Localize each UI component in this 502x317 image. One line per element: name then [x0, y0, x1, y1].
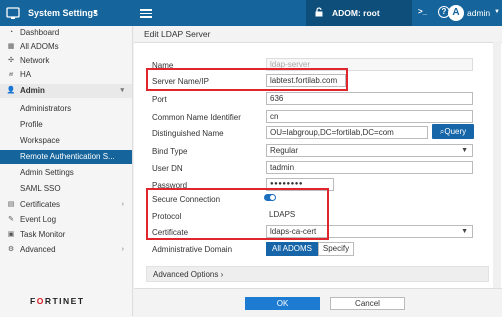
dn-field[interactable]: OU=labgroup,DC=fortilab,DC=com	[266, 126, 428, 139]
sidebar-item-all-adoms[interactable]: ▦ All ADOMs	[0, 40, 132, 54]
sidebar-item-label: Advanced	[20, 245, 56, 254]
adom-label: ADOM: root	[332, 8, 380, 18]
bind-type-select[interactable]: Regular ▼	[266, 144, 473, 157]
sidebar-item-task-monitor[interactable]: ▣ Task Monitor	[0, 228, 132, 242]
app-title: System Settings	[28, 8, 99, 18]
user-icon: 👤	[6, 87, 16, 94]
cn-field[interactable]: cn	[266, 110, 473, 123]
all-adoms-button[interactable]: All ADOMS	[266, 242, 318, 256]
system-settings-icon	[6, 7, 20, 19]
sidebar-item-event-log[interactable]: ✎ Event Log	[0, 213, 132, 227]
chevron-right-icon: ›	[121, 246, 124, 253]
sidebar-item-label: HA	[20, 70, 32, 79]
sidebar-item-advanced[interactable]: ⚙ Advanced ›	[0, 243, 132, 257]
port-label: Port	[152, 95, 167, 104]
adom-selector[interactable]: ADOM: root	[306, 0, 412, 26]
query-button[interactable]: ⌕Query	[432, 124, 474, 139]
user-dn-label: User DN	[152, 164, 183, 173]
cn-label: Common Name Identifier	[152, 113, 241, 122]
app-menu[interactable]: System Settings ▼	[0, 0, 132, 26]
grid-icon: ▦	[7, 43, 15, 50]
sidebar-item-network[interactable]: ✣ Network	[0, 54, 132, 68]
cli-console-icon[interactable]: >_	[418, 7, 427, 16]
cancel-button[interactable]: Cancel	[330, 297, 405, 310]
chevron-down-icon: ▼	[92, 9, 99, 16]
sidebar-item-ha[interactable]: ዘ HA	[0, 68, 132, 82]
sidebar-item-admin[interactable]: 👤 Admin ▾	[0, 84, 132, 98]
bind-type-label: Bind Type	[152, 147, 188, 156]
sidebar-item-label: Event Log	[20, 215, 57, 224]
sidebar-item-label: Profile	[20, 120, 43, 129]
panel-footer: OK Cancel	[134, 288, 502, 317]
fortinet-logo: FORTINET	[30, 296, 85, 306]
ha-icon: ዘ	[9, 71, 13, 78]
sidebar-item-label: Workspace	[20, 136, 60, 145]
certificate-icon: ▤	[7, 201, 15, 208]
username[interactable]: admin	[467, 8, 490, 18]
dn-label: Distinguished Name	[152, 129, 224, 138]
chevron-right-icon: ›	[121, 201, 124, 208]
specify-button[interactable]: Specify	[318, 242, 354, 256]
network-icon: ✣	[8, 57, 14, 64]
sidebar-item-admin-settings[interactable]: Admin Settings	[0, 166, 132, 180]
sidebar-item-dashboard[interactable]: ◔ Dashboard	[0, 26, 132, 40]
chevron-right-icon: ›	[220, 270, 224, 279]
query-label: Query	[444, 127, 467, 136]
panel-header: Edit LDAP Server	[134, 26, 502, 43]
port-field[interactable]: 636	[266, 92, 473, 105]
top-bar: System Settings ▼ ADOM: root >_ ? A admi…	[0, 0, 502, 26]
sidebar-item-label: Network	[20, 56, 50, 65]
sidebar: ◔ Dashboard ▦ All ADOMs ✣ Network ዘ HA 👤…	[0, 26, 133, 316]
sidebar-item-remote-authentication[interactable]: Remote Authentication S...	[0, 150, 132, 164]
sidebar-item-label: Admin	[20, 86, 45, 95]
highlight-server-box	[146, 68, 348, 91]
advanced-icon: ⚙	[7, 246, 15, 253]
sidebar-item-label: Certificates	[20, 200, 61, 209]
event-log-icon: ✎	[8, 216, 14, 223]
sidebar-item-label: Dashboard	[20, 28, 60, 37]
avatar[interactable]: A	[448, 5, 464, 21]
sidebar-item-workspace[interactable]: Workspace	[0, 134, 132, 148]
sidebar-item-saml-sso[interactable]: SAML SSO	[0, 182, 132, 196]
sidebar-item-label: Task Monitor	[20, 230, 66, 239]
chevron-down-icon: ▼	[461, 147, 468, 154]
advanced-options-label: Advanced Options	[153, 270, 219, 279]
bind-type-value: Regular	[270, 146, 299, 155]
lock-icon	[315, 7, 323, 17]
chevron-down-icon: ▼	[461, 228, 468, 235]
ok-button[interactable]: OK	[245, 297, 320, 310]
sidebar-item-label: Admin Settings	[20, 168, 74, 177]
panel-title: Edit LDAP Server	[144, 29, 211, 39]
user-dn-field[interactable]: tadmin	[266, 161, 473, 174]
admin-domain-label: Administrative Domain	[152, 245, 233, 254]
sidebar-item-certificates[interactable]: ▤ Certificates ›	[0, 198, 132, 212]
menu-toggle-icon[interactable]	[140, 7, 152, 19]
user-chevron-down-icon: ▼	[494, 9, 500, 15]
scrollbar[interactable]	[493, 42, 501, 288]
chevron-down-icon: ▾	[120, 87, 124, 94]
highlight-secure-box	[146, 188, 329, 240]
advanced-options-toggle[interactable]: Advanced Options ›	[146, 266, 489, 282]
sidebar-item-label: All ADOMs	[20, 42, 59, 51]
sidebar-item-label: Administrators	[20, 104, 72, 113]
sidebar-item-label: Remote Authentication S...	[20, 152, 115, 161]
sidebar-item-profile[interactable]: Profile	[0, 118, 132, 132]
sidebar-item-label: SAML SSO	[20, 184, 61, 193]
task-icon: ▣	[7, 231, 15, 238]
sidebar-item-administrators[interactable]: Administrators	[0, 102, 132, 116]
dashboard-icon: ◔	[8, 29, 14, 36]
